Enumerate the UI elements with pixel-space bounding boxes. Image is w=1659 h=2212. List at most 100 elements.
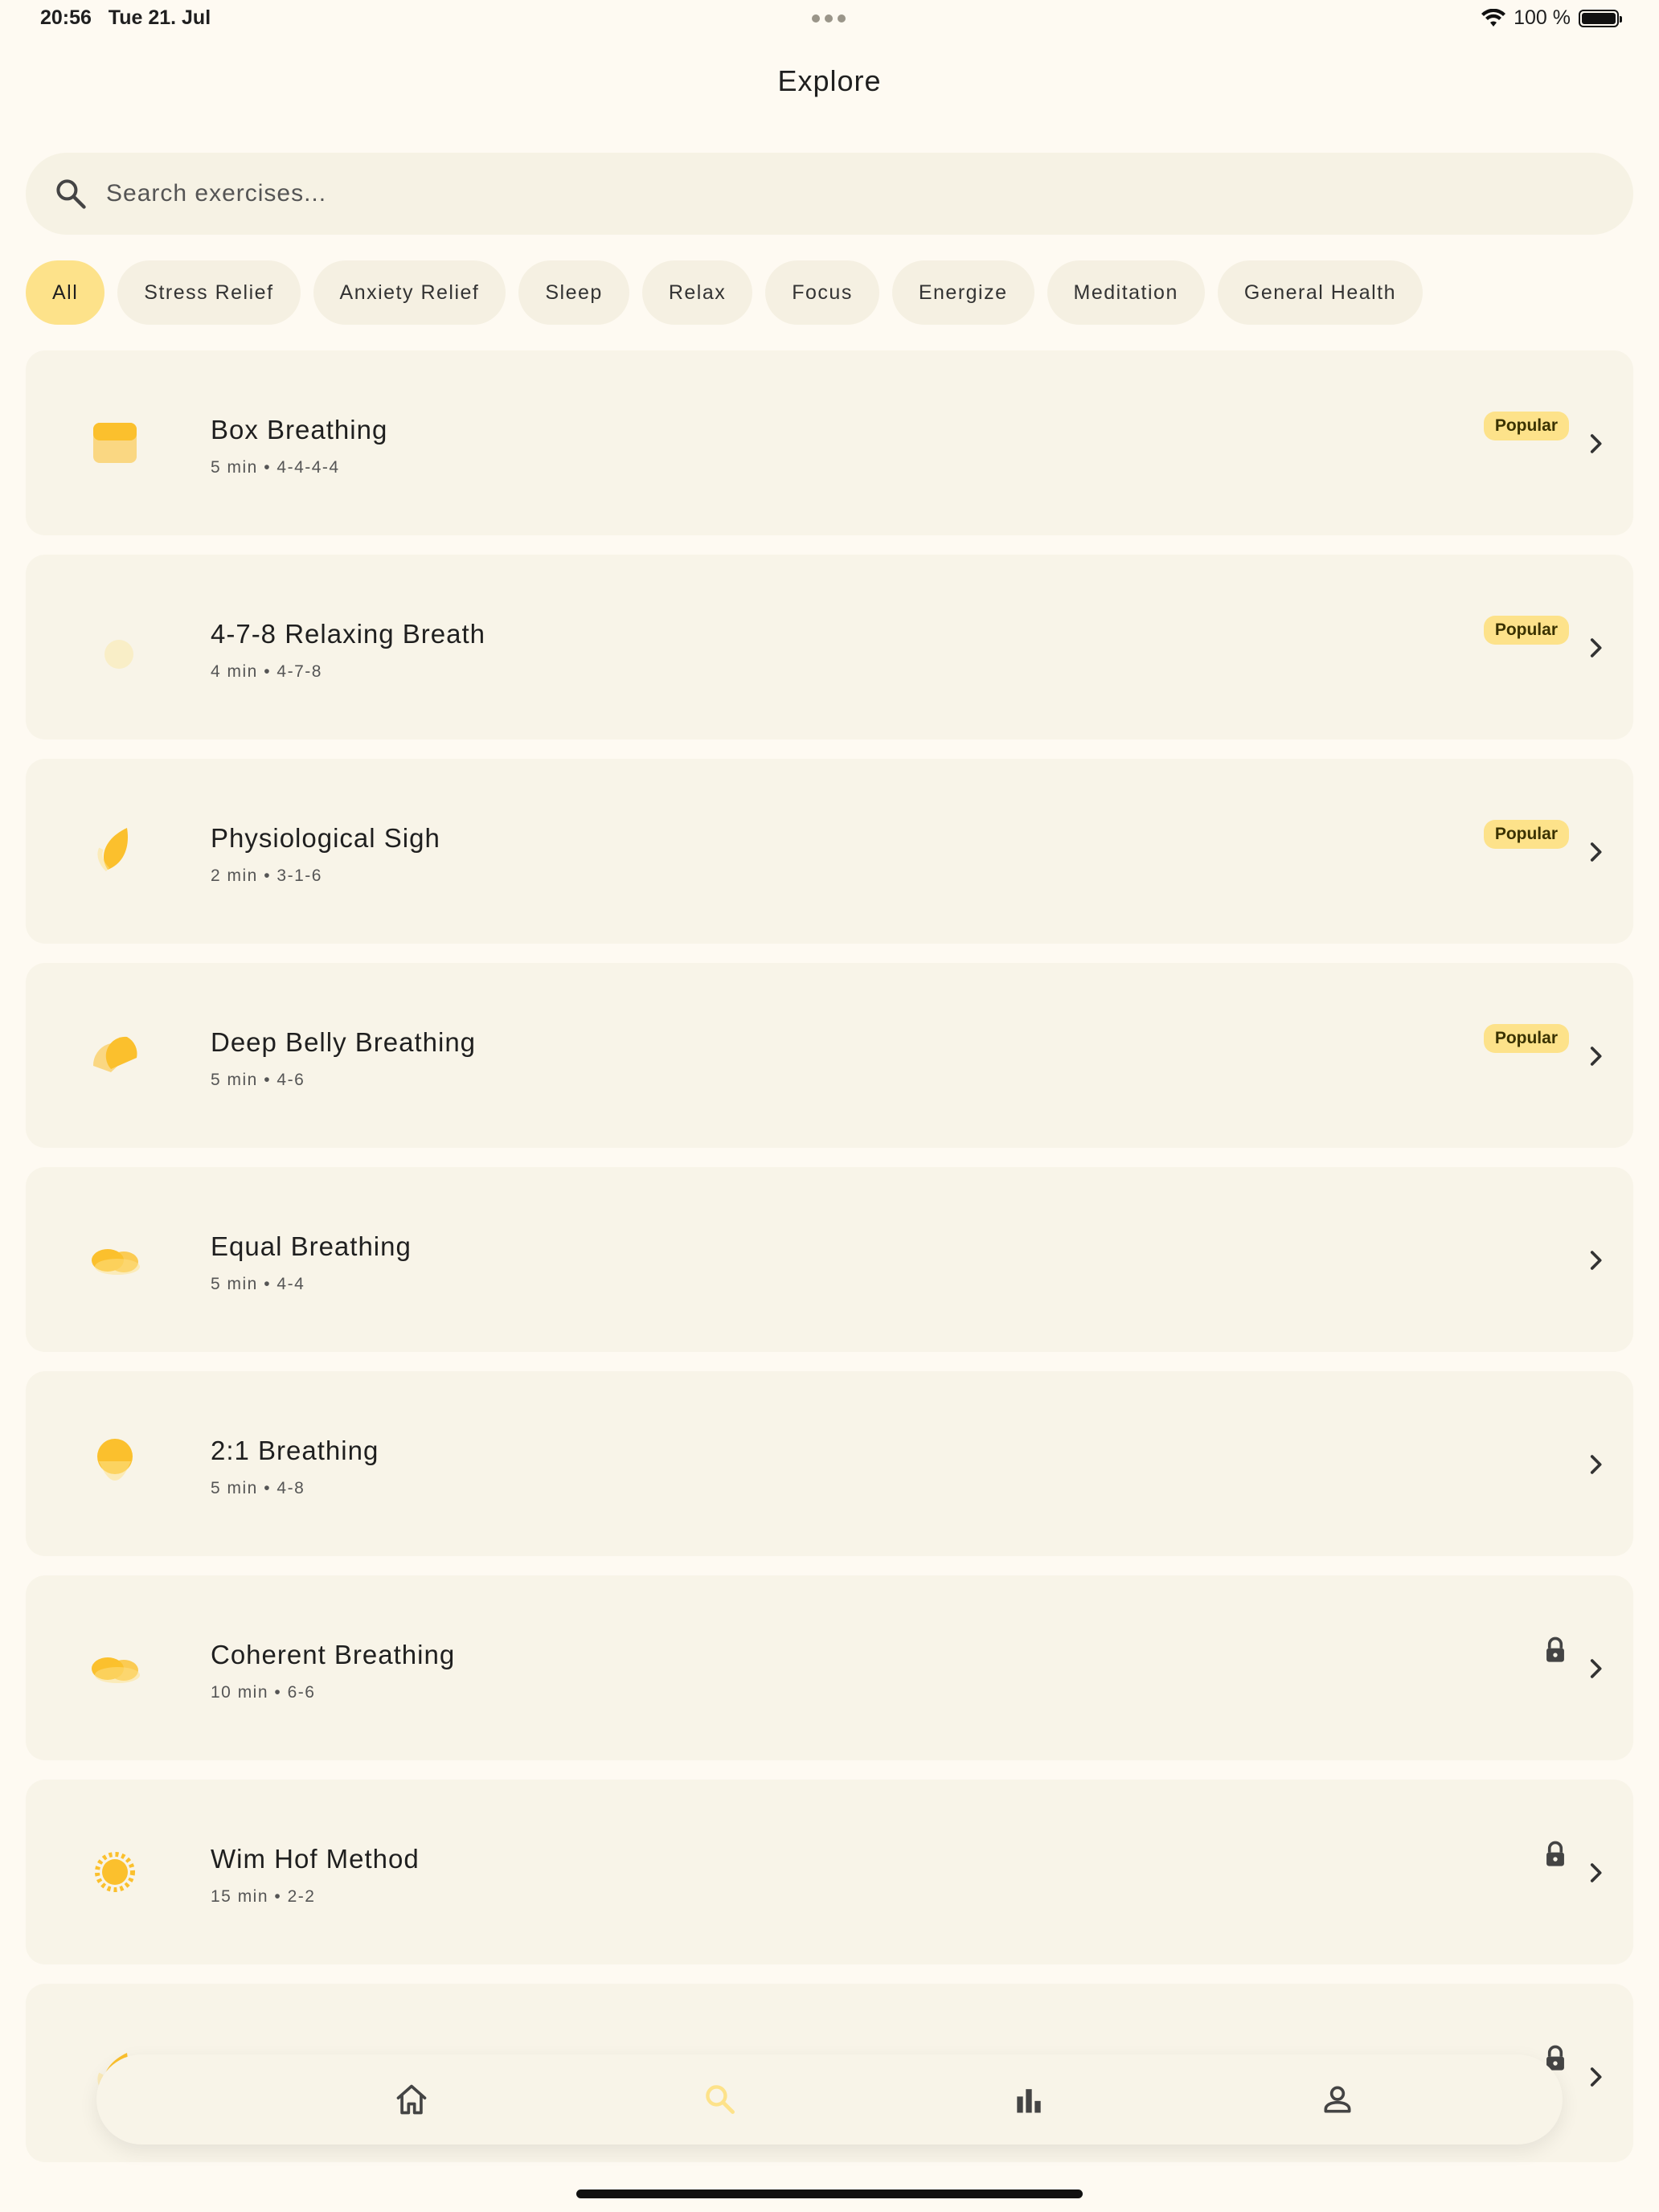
search-icon	[706, 2085, 735, 2114]
exercise-pattern: 4-8	[276, 1479, 305, 1497]
search-bar[interactable]	[26, 153, 1633, 235]
battery-icon	[1579, 9, 1622, 27]
exercise-duration: 5 min	[211, 1479, 258, 1497]
chevron-right-icon[interactable]	[1582, 1244, 1609, 1276]
exercise-card[interactable]: Physiological Sigh 2 min • 3-1-6 Popular	[26, 759, 1633, 944]
chevron-right-icon[interactable]	[1582, 1040, 1609, 1072]
exercise-pattern: 4-6	[276, 1071, 305, 1089]
filter-chip-energize[interactable]: Energize	[891, 260, 1034, 325]
chevron-right-icon[interactable]	[1582, 632, 1609, 664]
exercise-card[interactable]: 4-7-8 Relaxing Breath 4 min • 4-7-8 Popula…	[26, 555, 1633, 739]
search-icon	[56, 179, 86, 209]
drop-icon	[97, 1439, 133, 1481]
filter-chip-sleep[interactable]: Sleep	[518, 260, 629, 325]
nav-stats[interactable]	[1003, 2074, 1055, 2125]
meta-separator: •	[257, 662, 277, 681]
exercise-card[interactable]: Deep Belly Breathing 5 min • 4-6 Popular	[26, 963, 1633, 1148]
leaf-icon	[97, 828, 128, 872]
cloud-icon	[92, 1657, 140, 1683]
exercise-duration: 5 min	[211, 458, 258, 477]
chevron-right-icon[interactable]	[1582, 428, 1609, 460]
exercise-meta: 5 min • 4-6	[211, 1071, 305, 1090]
box-icon	[93, 423, 137, 463]
home-indicator[interactable]	[576, 2189, 1083, 2198]
lock-icon	[1546, 1636, 1564, 1662]
meta-separator: •	[257, 1479, 277, 1497]
popular-badge: Popular	[1483, 820, 1569, 849]
exercise-pattern: 4-4-4-4	[276, 458, 340, 477]
home-icon	[396, 2084, 427, 2115]
exercise-pattern: 6-6	[287, 1683, 316, 1702]
moon-icon	[100, 624, 137, 669]
exercise-list: Box Breathing 5 min • 4-4-4-4 Popular 4-7-8…	[26, 350, 1633, 2181]
filter-chip-anxiety-relief[interactable]: Anxiety Relief	[313, 260, 506, 325]
bar-chart-icon	[1017, 2089, 1041, 2113]
popular-badge: Popular	[1483, 412, 1569, 440]
filter-chip-meditation[interactable]: Meditation	[1047, 260, 1205, 325]
meta-separator: •	[257, 458, 277, 477]
wifi-icon	[1481, 8, 1506, 27]
exercise-title: Physiological Sigh	[211, 823, 440, 853]
battery-percent: 100 %	[1514, 6, 1571, 29]
search-input[interactable]	[104, 179, 1555, 208]
exercise-card[interactable]: Coherent Breathing 10 min • 6-6	[26, 1575, 1633, 1760]
meta-separator: •	[257, 1275, 277, 1293]
meta-separator: •	[268, 1887, 288, 1906]
popular-badge: Popular	[1483, 1024, 1569, 1053]
nav-profile[interactable]	[1312, 2074, 1363, 2125]
filter-chip-relax[interactable]: Relax	[641, 260, 753, 325]
exercise-title: Coherent Breathing	[211, 1640, 456, 1669]
exercise-duration: 2 min	[211, 866, 258, 885]
exercise-duration: 5 min	[211, 1071, 258, 1089]
exercise-pattern: 4-4	[276, 1275, 305, 1293]
filter-chip-stress-relief[interactable]: Stress Relief	[117, 260, 301, 325]
exercise-meta: 2 min • 3-1-6	[211, 866, 322, 886]
page-title: Explore	[777, 64, 882, 97]
meta-separator: •	[257, 866, 277, 885]
sun-icon	[95, 1852, 135, 1892]
status-bar: 20:56 Tue 21. Jul 100 %	[0, 0, 1659, 40]
multitasking-dots-icon[interactable]	[812, 14, 846, 23]
filter-chips: All Stress Relief Anxiety Relief Sleep R…	[26, 260, 1423, 325]
orange-slice-icon	[92, 1036, 137, 1072]
meta-separator: •	[257, 1071, 277, 1089]
exercise-meta: 5 min • 4-4	[211, 1275, 305, 1294]
status-right: 100 %	[1481, 6, 1622, 30]
exercise-card[interactable]: 2:1 Breathing 5 min • 4-8	[26, 1371, 1633, 1556]
chevron-right-icon[interactable]	[1582, 1653, 1609, 1685]
exercise-title: Deep Belly Breathing	[211, 1027, 477, 1057]
filter-chip-all[interactable]: All	[26, 260, 105, 325]
exercise-duration: 4 min	[211, 662, 258, 681]
chevron-right-icon[interactable]	[1582, 1448, 1609, 1481]
exercise-meta: 5 min • 4-8	[211, 1479, 305, 1498]
chevron-right-icon[interactable]	[1582, 1857, 1609, 1889]
exercise-title: 2:1 Breathing	[211, 1436, 379, 1465]
exercise-duration: 10 min	[211, 1683, 269, 1702]
cloud-icon	[92, 1249, 140, 1275]
chevron-right-icon[interactable]	[1582, 2061, 1609, 2093]
bottom-nav	[96, 2054, 1563, 2144]
exercise-pattern: 3-1-6	[276, 866, 322, 885]
exercise-meta: 5 min • 4-4-4-4	[211, 458, 340, 477]
nav-home[interactable]	[386, 2074, 437, 2125]
exercise-title: Box Breathing	[211, 415, 388, 444]
chevron-right-icon[interactable]	[1582, 836, 1609, 868]
filter-chip-focus[interactable]: Focus	[765, 260, 879, 325]
exercise-title: 4-7-8 Relaxing Breath	[211, 619, 486, 649]
exercise-meta: 4 min • 4-7-8	[211, 662, 322, 682]
nav-explore[interactable]	[694, 2074, 746, 2125]
exercise-card[interactable]: Equal Breathing 5 min • 4-4	[26, 1167, 1633, 1352]
exercise-meta: 10 min • 6-6	[211, 1683, 315, 1702]
exercise-pattern: 4-7-8	[276, 662, 322, 681]
exercise-title: Equal Breathing	[211, 1231, 412, 1261]
exercise-pattern: 2-2	[287, 1887, 316, 1906]
popular-badge: Popular	[1483, 616, 1569, 645]
exercise-meta: 15 min • 2-2	[211, 1887, 315, 1907]
exercise-duration: 5 min	[211, 1275, 258, 1293]
exercise-card[interactable]: Box Breathing 5 min • 4-4-4-4 Popular	[26, 350, 1633, 535]
filter-chip-general-health[interactable]: General Health	[1217, 260, 1423, 325]
exercise-duration: 15 min	[211, 1887, 269, 1906]
person-icon	[1324, 2086, 1351, 2113]
exercise-card[interactable]: Wim Hof Method 15 min • 2-2	[26, 1780, 1633, 1964]
status-time: 20:56 Tue 21. Jul	[40, 6, 211, 29]
